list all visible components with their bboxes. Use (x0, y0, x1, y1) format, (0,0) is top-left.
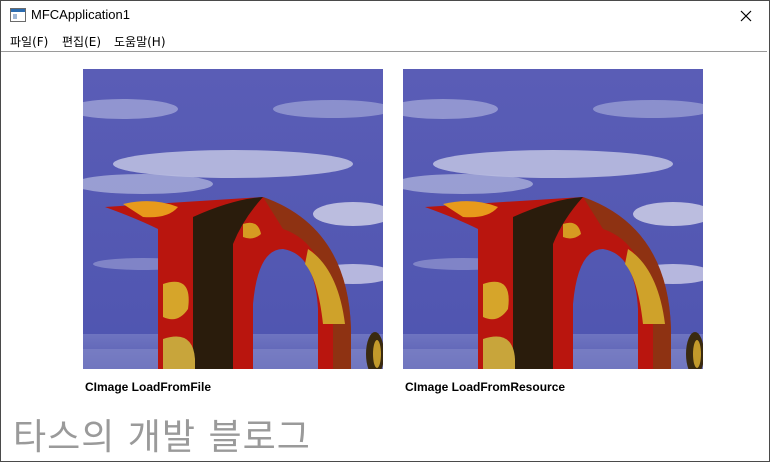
app-icon[interactable] (10, 8, 26, 22)
close-button[interactable] (723, 1, 769, 31)
window-title: MFCApplication1 (31, 7, 130, 22)
close-icon (740, 10, 752, 22)
image-load-from-resource (403, 69, 703, 369)
menu-edit[interactable]: 편집(E) (62, 33, 101, 50)
app-window: MFCApplication1 파일(F) 편집(E) 도움말(H) CImag… (0, 0, 770, 462)
client-area: CImage LoadFromFile CImage LoadFromResou… (1, 51, 767, 460)
title-bar[interactable]: MFCApplication1 (1, 1, 769, 31)
menu-help[interactable]: 도움말(H) (114, 33, 166, 50)
image-load-from-file (83, 69, 383, 369)
blog-watermark: 타스의 개발 블로그 (13, 417, 311, 458)
menu-file[interactable]: 파일(F) (10, 33, 48, 50)
menu-bar: 파일(F) 편집(E) 도움말(H) (1, 31, 769, 51)
caption-load-from-resource: CImage LoadFromResource (405, 380, 566, 394)
caption-load-from-file: CImage LoadFromFile (85, 380, 212, 394)
